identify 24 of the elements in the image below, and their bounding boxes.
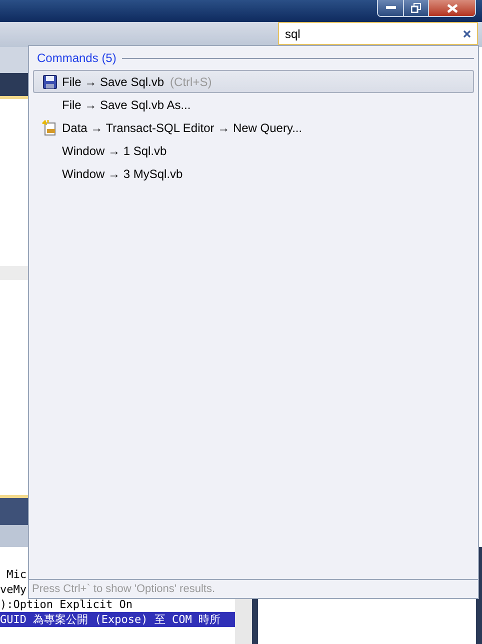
minimize-button[interactable] <box>378 0 403 16</box>
hint-text: Press Ctrl+` to show 'Options' results. <box>32 582 216 597</box>
command-item[interactable]: File → Save Sql.vb As... <box>33 93 474 116</box>
close-icon <box>446 4 458 12</box>
close-button[interactable] <box>428 0 475 16</box>
code-line: veMy <box>0 582 26 597</box>
clear-icon[interactable] <box>463 30 471 38</box>
code-line: ):Option Explicit On <box>0 597 132 612</box>
command-item[interactable]: Window → 1 Sql.vb <box>33 139 474 162</box>
document-sparkle-icon <box>42 120 58 136</box>
restore-icon <box>411 3 421 13</box>
panel-header <box>0 47 28 73</box>
command-item[interactable]: Data → Transact-SQL Editor → New Query... <box>33 116 474 139</box>
section-heading: Commands (5) <box>37 50 116 67</box>
restore-button[interactable] <box>403 0 428 16</box>
tab-strip <box>0 495 28 525</box>
code-line: Mic <box>6 567 26 582</box>
command-item[interactable]: Window → 3 MySql.vb <box>33 162 474 185</box>
shortcut-text: (Ctrl+S) <box>170 74 212 90</box>
minimize-icon <box>386 6 396 10</box>
command-label: File → Save Sql.vb <box>62 74 164 90</box>
panel-header <box>0 525 28 547</box>
command-item[interactable]: File → Save Sql.vb (Ctrl+S) <box>33 70 474 93</box>
tab-strip <box>0 73 28 99</box>
